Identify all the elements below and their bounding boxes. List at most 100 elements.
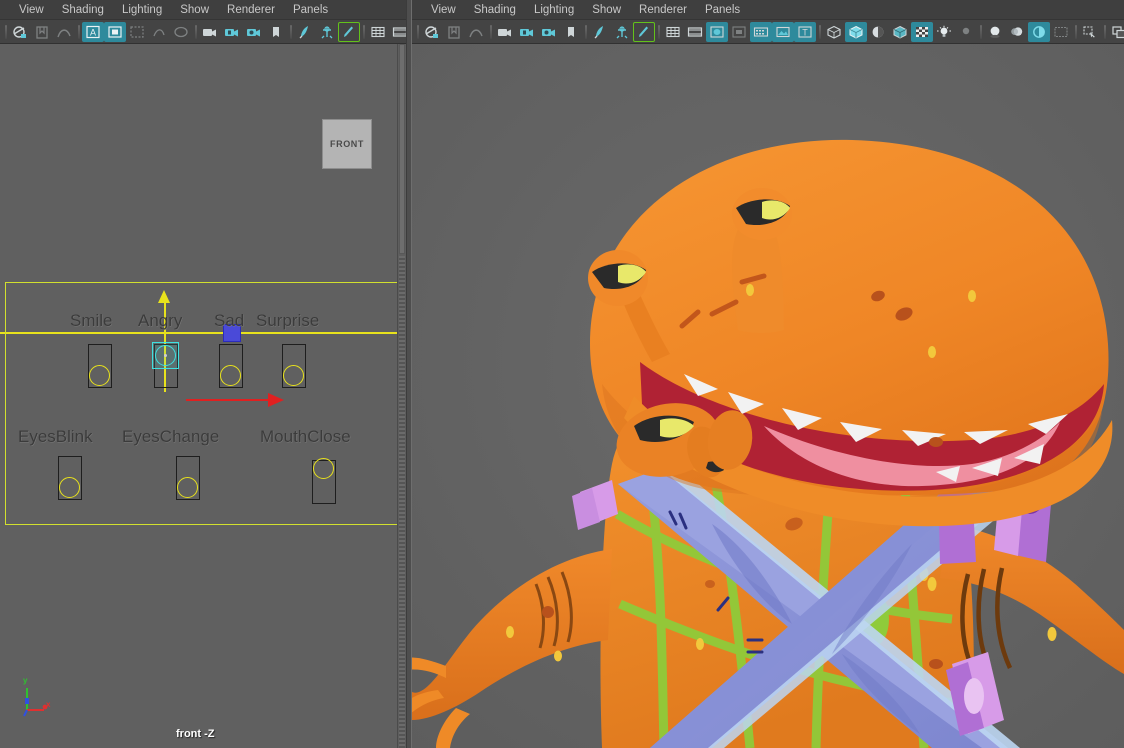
slider-handle-mouthclose[interactable] — [313, 458, 334, 479]
toolbar-separator — [582, 23, 589, 41]
slider-label-angry: Angry — [138, 311, 182, 331]
film-gate-icon[interactable] — [104, 22, 126, 42]
maya-window: View Shading Lighting Show Renderer Pane… — [0, 0, 1124, 748]
film-strip-icon[interactable] — [684, 22, 706, 42]
slider-handle-sad[interactable] — [220, 365, 241, 386]
camera-lock-icon[interactable] — [516, 22, 538, 42]
xray-icon[interactable] — [1108, 22, 1124, 42]
slider-handle-smile[interactable] — [89, 365, 110, 386]
slider-handle-pivot-dot — [164, 354, 167, 357]
menu-item-show[interactable]: Show — [171, 1, 218, 19]
toolbar-separator — [192, 23, 199, 41]
menu-item-panels[interactable]: Panels — [284, 1, 337, 19]
toolbar-separator — [360, 23, 367, 41]
right-viewport-panel: View Shading Lighting Show Renderer Pane… — [412, 0, 1124, 748]
toolbar-separator — [816, 23, 823, 41]
pencil-icon[interactable] — [338, 22, 360, 42]
hw-texture-icon[interactable] — [772, 22, 794, 42]
toolbar-separator — [414, 23, 421, 41]
camera-settings-icon[interactable] — [538, 22, 560, 42]
toolbar-separator — [1101, 23, 1108, 41]
smooth-shade-cube-icon[interactable] — [845, 22, 867, 42]
slider-handle-surprise[interactable] — [283, 365, 304, 386]
texture-icon[interactable] — [750, 22, 772, 42]
bookmark-icon[interactable] — [31, 22, 53, 42]
shaded-ball-icon[interactable] — [867, 22, 889, 42]
safe-action-icon[interactable] — [170, 22, 192, 42]
screenspace-icon[interactable] — [1050, 22, 1072, 42]
pencil-icon[interactable] — [633, 22, 655, 42]
right-panel-toolbar: T — [412, 20, 1124, 44]
toolbar-separator — [655, 23, 662, 41]
film-strip-icon[interactable] — [389, 22, 406, 42]
monster-character-model[interactable] — [412, 44, 1124, 748]
text-toggle-icon[interactable]: T — [794, 22, 816, 42]
motion-blur-ball-icon[interactable] — [1006, 22, 1028, 42]
textured-cube-icon[interactable] — [889, 22, 911, 42]
drag-arrow-line — [186, 399, 281, 401]
flat-shade-icon[interactable] — [728, 22, 750, 42]
menu-item-shading-right[interactable]: Shading — [465, 1, 525, 19]
checker-cube-icon[interactable] — [911, 22, 933, 42]
scrollbar-thumb[interactable] — [399, 44, 405, 254]
grid-icon[interactable] — [367, 22, 389, 42]
wireframe-cube-icon[interactable] — [823, 22, 845, 42]
right-viewport-canvas[interactable] — [412, 44, 1124, 748]
book-icon[interactable] — [560, 22, 582, 42]
right-panel-menubar: View Shading Lighting Show Renderer Pane… — [412, 0, 1124, 20]
light-bulb-icon[interactable] — [933, 22, 955, 42]
menu-item-panels-right[interactable]: Panels — [696, 1, 749, 19]
isolate-select-icon[interactable] — [1079, 22, 1101, 42]
scrollbar-track[interactable] — [399, 256, 405, 748]
slider-label-mouthclose: MouthClose — [260, 427, 351, 447]
slider-handle-eyeschange[interactable] — [177, 477, 198, 498]
left-panel-scrollbar[interactable] — [397, 44, 406, 748]
aa-toggle-icon[interactable] — [1028, 22, 1050, 42]
toolbar-separator — [977, 23, 984, 41]
menu-item-lighting[interactable]: Lighting — [113, 1, 171, 19]
left-viewport-panel: View Shading Lighting Show Renderer Pane… — [0, 0, 406, 748]
toolbar-separator — [2, 23, 9, 41]
left-panel-menubar: View Shading Lighting Show Renderer Pane… — [0, 0, 406, 20]
shadow-icon[interactable] — [955, 22, 977, 42]
menu-item-renderer[interactable]: Renderer — [218, 1, 284, 19]
camera-settings-icon[interactable] — [243, 22, 265, 42]
menu-item-view-right[interactable]: View — [422, 1, 465, 19]
left-panel-toolbar: A — [0, 20, 406, 44]
select-camera-icon[interactable] — [9, 22, 31, 42]
camera-lock-icon[interactable] — [221, 22, 243, 42]
axis-label-x: x — [46, 700, 50, 709]
occlusion-ball-icon[interactable] — [984, 22, 1006, 42]
camera-icon[interactable] — [199, 22, 221, 42]
curve-icon[interactable] — [465, 22, 487, 42]
camera-icon[interactable] — [494, 22, 516, 42]
slider-label-sad: Sad — [214, 311, 244, 331]
menu-item-renderer-right[interactable]: Renderer — [630, 1, 696, 19]
menu-item-show-right[interactable]: Show — [583, 1, 630, 19]
svg-text:A: A — [90, 27, 96, 37]
xray-joints-icon[interactable] — [316, 22, 338, 42]
book-icon[interactable] — [265, 22, 287, 42]
svg-text:T: T — [802, 27, 808, 37]
slider-label-surprise: Surprise — [256, 311, 319, 331]
slider-label-eyesblink: EyesBlink — [18, 427, 93, 447]
xray-joints-icon[interactable] — [611, 22, 633, 42]
paint-effects-icon[interactable] — [294, 22, 316, 42]
paint-effects-icon[interactable] — [589, 22, 611, 42]
attribute-a-icon[interactable]: A — [82, 22, 104, 42]
left-viewport-canvas[interactable]: FRONT SmileAngrySadSurprise EyesBlinkEye… — [0, 44, 406, 748]
menu-item-lighting-right[interactable]: Lighting — [525, 1, 583, 19]
menu-item-view[interactable]: View — [10, 1, 53, 19]
resolution-gate-icon[interactable] — [126, 22, 148, 42]
select-camera-icon[interactable] — [421, 22, 443, 42]
view-cube-front[interactable]: FRONT — [322, 119, 372, 169]
field-chart-icon[interactable] — [148, 22, 170, 42]
slider-handle-eyesblink[interactable] — [59, 477, 80, 498]
menu-item-shading[interactable]: Shading — [53, 1, 113, 19]
toolbar-separator — [487, 23, 494, 41]
curve-icon[interactable] — [53, 22, 75, 42]
toolbar-separator — [75, 23, 82, 41]
grid-icon[interactable] — [662, 22, 684, 42]
shaded-sphere-icon[interactable] — [706, 22, 728, 42]
bookmark-icon[interactable] — [443, 22, 465, 42]
